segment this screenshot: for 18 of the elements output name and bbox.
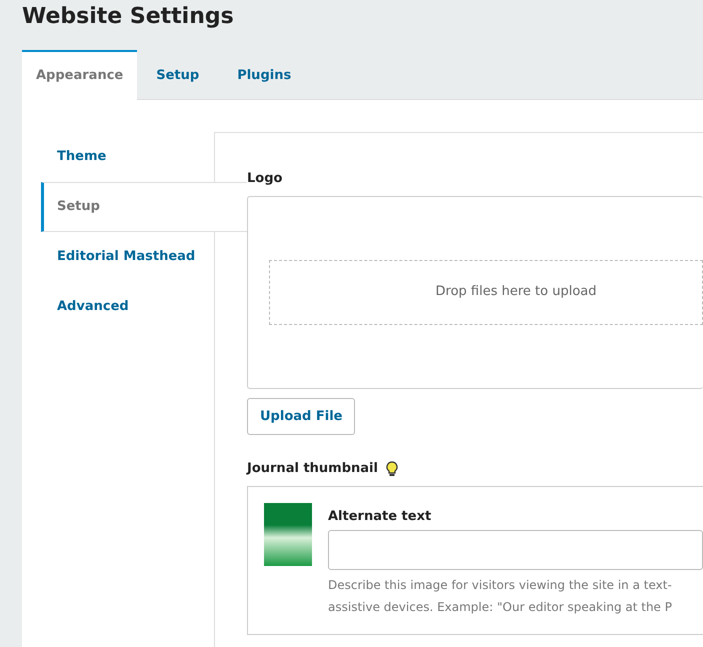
lightbulb-icon[interactable] — [386, 460, 398, 477]
alt-text-field[interactable] — [328, 530, 703, 570]
help-text: assistive devices. Example: "Our editor speaking at the P — [328, 599, 673, 616]
thumbnail-label: Journal thumbnail — [247, 460, 378, 478]
cover-image-placeholder — [264, 502, 312, 566]
side-nav-item[interactable]: Advanced — [41, 282, 214, 332]
alt-text-label: Alternate text — [328, 508, 432, 526]
side-nav-item[interactable]: Editorial Masthead — [41, 232, 214, 282]
tab[interactable]: Setup — [137, 50, 218, 100]
page-title: Website Settings — [22, 4, 235, 31]
dropzone[interactable]: Drop files here to upload — [269, 260, 703, 324]
help-text: Describe this image for visitors viewing the site in a text- — [328, 577, 673, 594]
upload-file-button[interactable]: Upload File — [247, 398, 356, 435]
tab[interactable]: Plugins — [218, 50, 310, 100]
side-nav-item[interactable]: Theme — [41, 132, 214, 182]
tab[interactable]: Appearance — [22, 50, 138, 100]
logo-label: Logo — [247, 170, 284, 188]
side-nav-item[interactable]: Setup — [41, 182, 247, 232]
